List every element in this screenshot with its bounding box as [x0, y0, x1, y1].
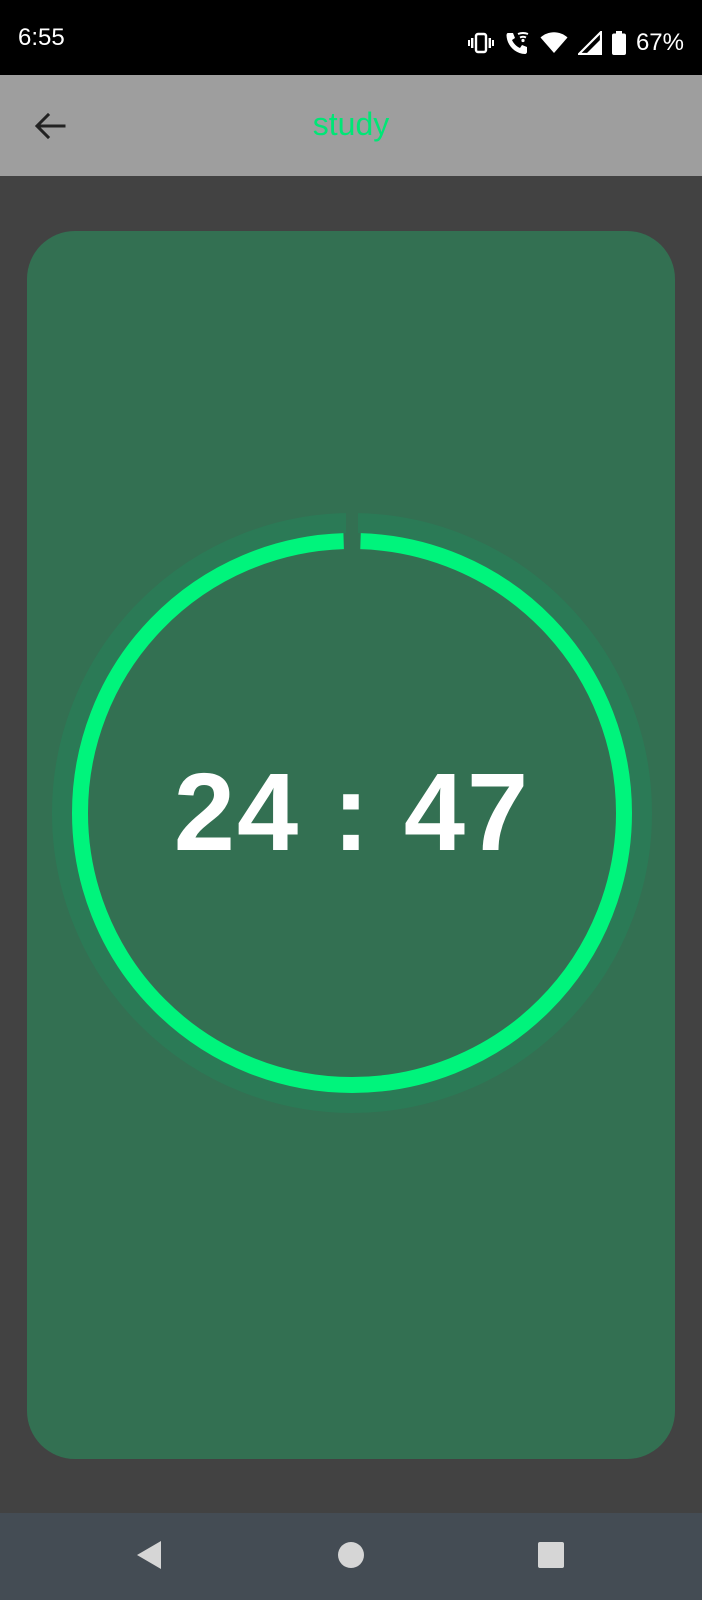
navigation-bar [0, 1513, 702, 1600]
home-circle-icon [337, 1541, 365, 1574]
page-title: study [312, 106, 390, 142]
battery-icon [611, 31, 626, 55]
status-icons: 67% [467, 28, 684, 58]
wifi-calling-icon [504, 30, 530, 56]
status-time: 6:55 [18, 24, 65, 51]
timer-ring: 24 : 47 [52, 513, 652, 1113]
nav-recents-button[interactable] [527, 1533, 575, 1581]
back-triangle-icon [135, 1540, 163, 1575]
app-bar: study [0, 75, 702, 176]
nav-back-button[interactable] [125, 1533, 173, 1581]
wifi-icon [540, 32, 568, 54]
nav-home-button[interactable] [327, 1533, 375, 1581]
recents-square-icon [537, 1541, 565, 1574]
battery-percent: 67% [635, 29, 684, 56]
vibrate-icon [467, 31, 494, 55]
signal-icon [577, 31, 602, 55]
timer-display: 24 : 47 [173, 751, 531, 874]
timer-card: 24 : 47 [27, 231, 675, 1459]
status-bar: 6:55 67% [0, 0, 702, 75]
